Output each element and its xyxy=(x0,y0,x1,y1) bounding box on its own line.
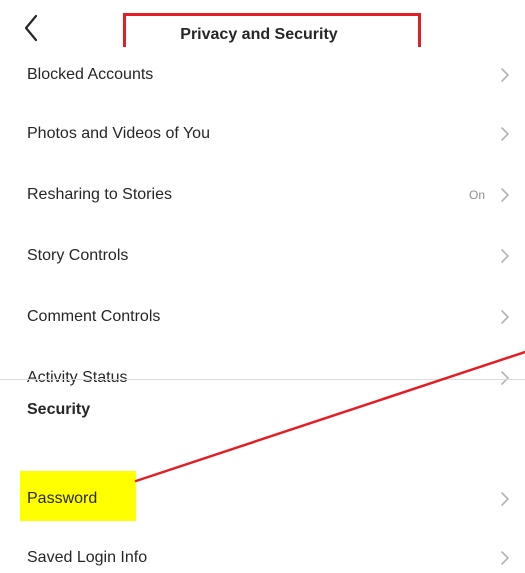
story-controls-label: Story Controls xyxy=(27,247,129,264)
comment-controls-label: Comment Controls xyxy=(27,308,161,325)
photos-videos-of-you-label: Photos and Videos of You xyxy=(27,125,210,142)
chevron-right-icon xyxy=(501,551,509,565)
chevron-right-icon xyxy=(501,68,509,82)
comment-controls-row[interactable]: Comment Controls xyxy=(0,289,525,345)
section-divider xyxy=(0,379,525,380)
resharing-to-stories-label: Resharing to Stories xyxy=(27,186,172,203)
chevron-right-icon xyxy=(501,310,509,324)
activity-status-label: Activity Status xyxy=(27,369,128,386)
resharing-to-stories-row[interactable]: Resharing to Stories On xyxy=(0,167,525,223)
blocked-accounts-label: Blocked Accounts xyxy=(27,66,154,83)
chevron-right-icon xyxy=(501,188,509,202)
chevron-right-icon xyxy=(501,371,509,385)
resharing-status-value: On xyxy=(468,188,485,202)
privacy-security-screen: Privacy and Security Blocked Accounts Ph… xyxy=(0,0,525,573)
saved-login-info-row[interactable]: Saved Login Info xyxy=(0,530,525,573)
security-section-title: Security xyxy=(27,401,91,418)
saved-login-info-label: Saved Login Info xyxy=(27,549,148,566)
password-row[interactable]: Password xyxy=(0,471,525,527)
back-button[interactable] xyxy=(18,10,46,46)
chevron-right-icon xyxy=(501,249,509,263)
photos-videos-of-you-row[interactable]: Photos and Videos of You xyxy=(0,106,525,162)
activity-status-row[interactable]: Activity Status xyxy=(0,350,525,406)
chevron-right-icon xyxy=(501,127,509,141)
chevron-left-icon xyxy=(24,14,38,42)
blocked-accounts-row[interactable]: Blocked Accounts xyxy=(0,47,525,103)
story-controls-row[interactable]: Story Controls xyxy=(0,228,525,284)
password-label: Password xyxy=(27,490,98,507)
chevron-right-icon xyxy=(501,492,509,506)
